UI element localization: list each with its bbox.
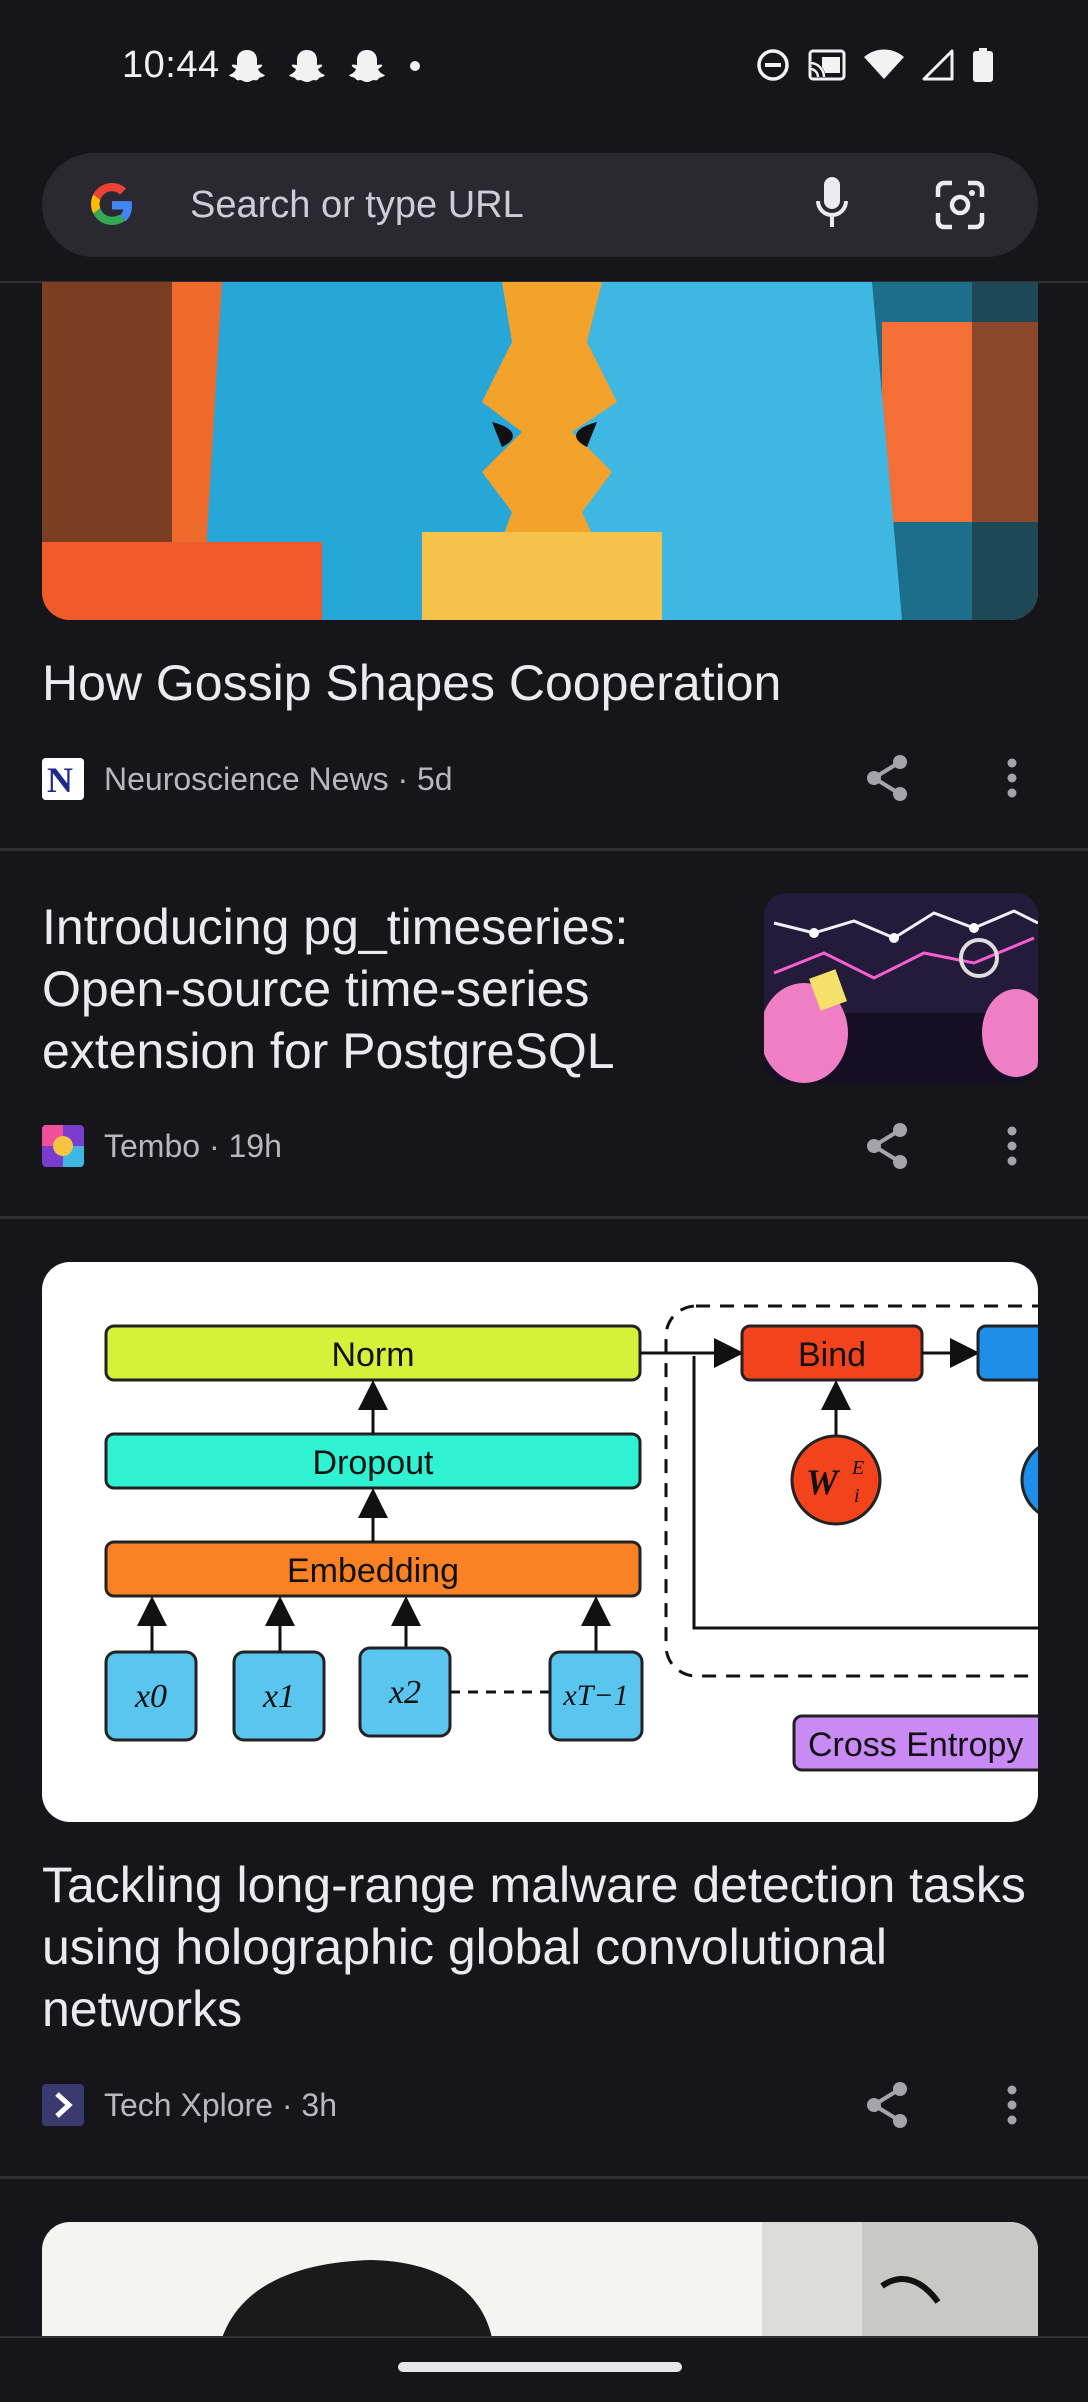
article-source: Tech Xplore · 3h — [42, 2084, 337, 2126]
share-icon[interactable] — [864, 2081, 910, 2129]
article-image-malware-diagram[interactable]: Norm Dropout Embedding Bind W E i x0 x1 … — [42, 1262, 1038, 1822]
system-icons — [756, 48, 994, 82]
article-image-next[interactable] — [42, 2222, 1038, 2338]
wifi-icon — [864, 49, 904, 79]
architecture-diagram: Norm Dropout Embedding Bind W E i x0 x1 … — [104, 1304, 1038, 1772]
feed-divider — [0, 2176, 1088, 2179]
bind-label: Bind — [798, 1336, 866, 1374]
input-label: x1 — [262, 1678, 295, 1715]
dot-icon — [410, 61, 420, 71]
status-bar: 10:44 — [0, 0, 1088, 136]
do-not-disturb-icon — [757, 49, 789, 81]
feed-divider — [0, 848, 1088, 851]
mic-icon[interactable] — [814, 175, 850, 235]
svg-text:i: i — [854, 1485, 860, 1507]
svg-text:N: N — [47, 760, 73, 800]
input-label: x0 — [134, 1678, 167, 1715]
more-options-icon[interactable] — [996, 1125, 1028, 1167]
share-icon[interactable] — [864, 1122, 910, 1170]
lens-icon[interactable] — [934, 179, 986, 231]
timeseries-thumbnail — [764, 893, 1038, 1083]
input-label: x2 — [388, 1674, 421, 1711]
faces-illustration — [42, 282, 1038, 620]
embedding-label: Embedding — [287, 1552, 459, 1590]
google-logo — [91, 183, 132, 225]
signal-icon — [922, 49, 954, 81]
article-source: N Neuroscience News · 5d — [42, 758, 453, 800]
weight-label: W — [806, 1462, 841, 1502]
search-bar[interactable]: Search or type URL — [42, 153, 1038, 257]
cast-icon — [808, 49, 846, 81]
article-title[interactable]: How Gossip Shapes Cooperation — [42, 652, 1038, 714]
article-meta: Tech Xplore · 3h — [104, 2086, 338, 2123]
snapchat-icon — [229, 50, 265, 82]
cross-entropy-label: Cross Entropy — [808, 1726, 1023, 1764]
snapchat-icon — [289, 50, 325, 82]
dropout-label: Dropout — [313, 1444, 435, 1482]
article-source: Tembo · 19h — [42, 1125, 282, 1167]
battery-icon — [973, 48, 993, 82]
article-meta: Tembo · 19h — [104, 1127, 282, 1164]
more-options-icon[interactable] — [996, 2084, 1028, 2126]
svg-text:E: E — [851, 1457, 864, 1479]
feed-divider — [0, 1216, 1088, 1219]
article-title[interactable]: Introducing pg_timeseries: Open-source t… — [42, 896, 722, 1082]
norm-label: Norm — [331, 1336, 414, 1374]
notification-icons — [228, 48, 422, 84]
neuroscience-news-favicon: N — [42, 758, 84, 800]
more-options-icon[interactable] — [996, 757, 1028, 799]
article-image-pg-timeseries[interactable] — [764, 893, 1038, 1083]
article-image-gossip[interactable] — [42, 282, 1038, 620]
tech-xplore-favicon — [42, 2084, 84, 2126]
snapchat-icon — [349, 50, 385, 82]
status-time: 10:44 — [122, 44, 220, 86]
search-input[interactable]: Search or type URL — [190, 184, 524, 227]
input-label: xT−1 — [562, 1679, 628, 1712]
portrait-photo — [42, 2222, 1038, 2338]
article-meta: Neuroscience News · 5d — [104, 760, 453, 797]
article-title[interactable]: Tackling long-range malware detection ta… — [42, 1854, 1042, 2040]
tembo-favicon — [42, 1125, 84, 1167]
share-icon[interactable] — [864, 754, 910, 802]
home-gesture-handle[interactable] — [398, 2362, 682, 2372]
